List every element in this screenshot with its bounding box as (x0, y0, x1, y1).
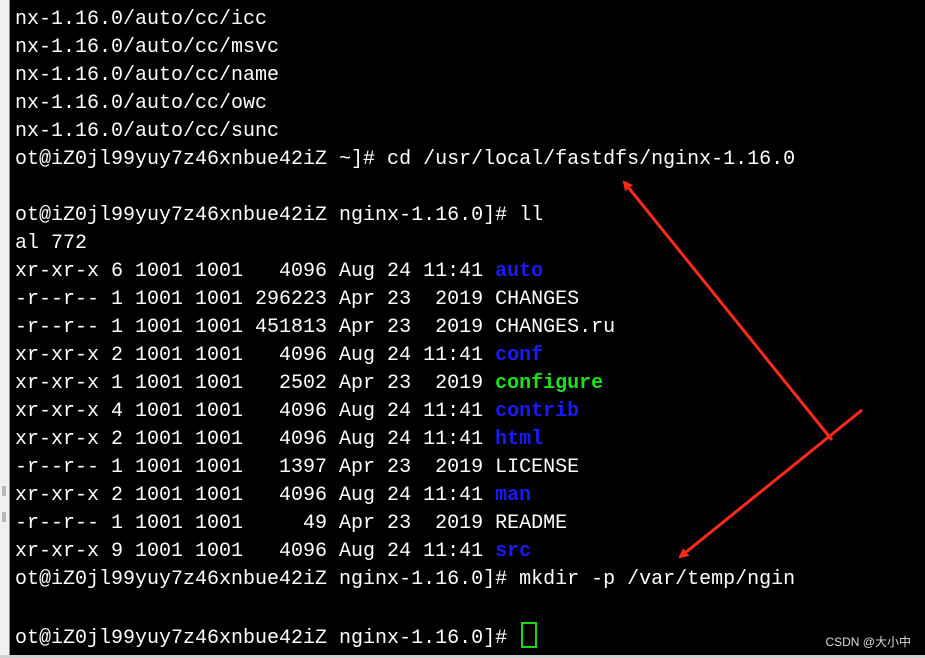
terminal-text: xr-xr-x 2 1001 1001 4096 Aug 24 11:41 (15, 344, 496, 367)
file-name-highlight: html (495, 428, 544, 451)
cursor-icon (521, 622, 538, 648)
terminal-text: nx-1.16.0/auto/cc/owc (15, 92, 268, 115)
terminal-text: nx-1.16.0/auto/cc/sunc (15, 120, 280, 143)
edge-mark (2, 512, 6, 522)
terminal-line: nx-1.16.0/auto/cc/sunc (15, 118, 925, 146)
watermark: CSDN @大小中 (825, 635, 911, 649)
terminal-line: xr-xr-x 2 1001 1001 4096 Aug 24 11:41 ht… (15, 426, 925, 454)
terminal-line: nx-1.16.0/auto/cc/icc (15, 6, 925, 34)
terminal-text: nx-1.16.0/auto/cc/name (15, 64, 280, 87)
terminal-text: -r--r-- 1 1001 1001 296223 Apr 23 2019 C… (15, 288, 580, 311)
terminal-line: ot@iZ0jl99yuy7z46xnbue42iZ nginx-1.16.0]… (15, 622, 925, 650)
file-name-highlight: contrib (495, 400, 580, 423)
terminal-line: nx-1.16.0/auto/cc/owc (15, 90, 925, 118)
terminal-text: -r--r-- 1 1001 1001 49 Apr 23 2019 READM… (15, 512, 568, 535)
terminal-line: nx-1.16.0/auto/cc/msvc (15, 34, 925, 62)
terminal-text: nx-1.16.0/auto/cc/icc (15, 8, 268, 31)
terminal-text: xr-xr-x 1 1001 1001 2502 Apr 23 2019 (15, 372, 496, 395)
terminal-line: -r--r-- 1 1001 1001 49 Apr 23 2019 READM… (15, 510, 925, 538)
terminal-text: ot@iZ0jl99yuy7z46xnbue42iZ nginx-1.16.0]… (15, 204, 544, 227)
terminal-line: -r--r-- 1 1001 1001 451813 Apr 23 2019 C… (15, 314, 925, 342)
window-left-edge (0, 0, 10, 658)
file-name-highlight: conf (495, 344, 544, 367)
terminal-text: -r--r-- 1 1001 1001 451813 Apr 23 2019 C… (15, 316, 616, 339)
file-name-highlight: auto (495, 260, 544, 283)
file-name-highlight: src (495, 540, 532, 563)
terminal-line: ot@iZ0jl99yuy7z46xnbue42iZ ~]# cd /usr/l… (15, 146, 925, 174)
terminal-line: xr-xr-x 2 1001 1001 4096 Aug 24 11:41 co… (15, 342, 925, 370)
terminal-line: xr-xr-x 2 1001 1001 4096 Aug 24 11:41 ma… (15, 482, 925, 510)
screenshot: nx-1.16.0/auto/cc/icc nx-1.16.0/auto/cc/m… (0, 0, 925, 658)
terminal-line: xr-xr-x 6 1001 1001 4096 Aug 24 11:41 au… (15, 258, 925, 286)
terminal-text: -r--r-- 1 1001 1001 1397 Apr 23 2019 LIC… (15, 456, 580, 479)
terminal-line: nx-1.16.0/auto/cc/name (15, 62, 925, 90)
terminal-text: nx-1.16.0/auto/cc/msvc (15, 36, 280, 59)
terminal-line: xr-xr-x 1 1001 1001 2502 Apr 23 2019 con… (15, 370, 925, 398)
file-name-highlight: man (495, 484, 532, 507)
terminal-output[interactable]: nx-1.16.0/auto/cc/icc nx-1.16.0/auto/cc/m… (15, 6, 925, 650)
terminal-text: al 772 (15, 232, 88, 255)
file-name-highlight: configure (495, 372, 604, 395)
terminal-text: xr-xr-x 6 1001 1001 4096 Aug 24 11:41 (15, 260, 496, 283)
terminal-line: al 772 (15, 230, 925, 258)
terminal-line: xr-xr-x 9 1001 1001 4096 Aug 24 11:41 sr… (15, 538, 925, 566)
terminal-text: xr-xr-x 4 1001 1001 4096 Aug 24 11:41 (15, 400, 496, 423)
terminal-line: -r--r-- 1 1001 1001 296223 Apr 23 2019 C… (15, 286, 925, 314)
terminal-text: xr-xr-x 9 1001 1001 4096 Aug 24 11:41 (15, 540, 496, 563)
edge-mark (2, 486, 6, 496)
terminal-text: ot@iZ0jl99yuy7z46xnbue42iZ nginx-1.16.0]… (15, 568, 796, 591)
terminal-line: ot@iZ0jl99yuy7z46xnbue42iZ nginx-1.16.0]… (15, 202, 925, 230)
terminal-line: xr-xr-x 4 1001 1001 4096 Aug 24 11:41 co… (15, 398, 925, 426)
terminal-line: ot@iZ0jl99yuy7z46xnbue42iZ nginx-1.16.0]… (15, 566, 925, 594)
terminal-text: xr-xr-x 2 1001 1001 4096 Aug 24 11:41 (15, 484, 496, 507)
terminal-line: -r--r-- 1 1001 1001 1397 Apr 23 2019 LIC… (15, 454, 925, 482)
terminal-text: xr-xr-x 2 1001 1001 4096 Aug 24 11:41 (15, 428, 496, 451)
terminal-text: ot@iZ0jl99yuy7z46xnbue42iZ nginx-1.16.0]… (15, 627, 520, 650)
terminal-text: ot@iZ0jl99yuy7z46xnbue42iZ ~]# cd /usr/l… (15, 148, 796, 171)
